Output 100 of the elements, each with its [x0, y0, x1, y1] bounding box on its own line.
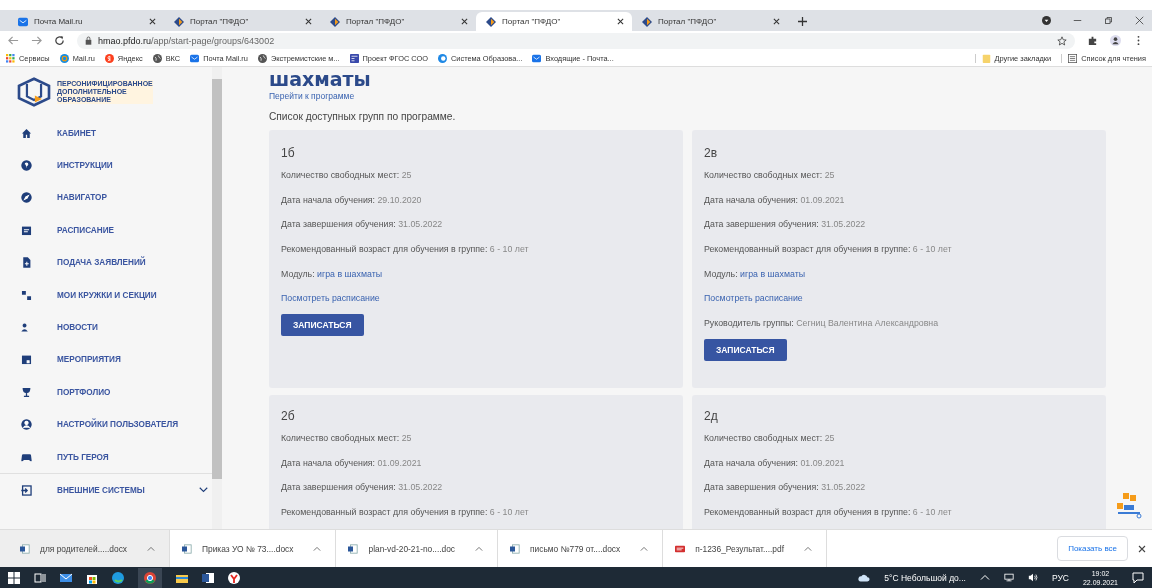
schedule-link[interactable]: Посмотреть расписание	[281, 293, 380, 304]
nav-icon	[20, 126, 33, 140]
close-icon[interactable]	[1135, 16, 1144, 25]
diamond-icon	[642, 16, 652, 27]
pdf-icon	[675, 543, 686, 554]
nav-item[interactable]: ИНСТРУКЦИИ	[0, 149, 212, 182]
group-info: Дата завершения обучения: 31.05.2022	[704, 219, 867, 232]
yandex-browser-icon[interactable]	[228, 571, 240, 584]
chevron-down-icon[interactable]	[198, 487, 208, 494]
logo-icon	[16, 77, 52, 107]
close-icon[interactable]	[305, 18, 312, 25]
robot-icon[interactable]	[1114, 491, 1144, 521]
nav-item[interactable]: КАБИНЕТ	[0, 117, 212, 150]
folder-icon	[981, 53, 991, 63]
group-info: Количество свободных мест: 25	[704, 433, 836, 445]
module-link[interactable]: игра в шахматы	[317, 268, 382, 279]
nav-icon	[20, 191, 33, 205]
group-info: Рекомендованный возраст для обучения в группе: 6 - 10 лет	[704, 244, 953, 257]
show-all-button[interactable]: Показать все	[1057, 536, 1128, 561]
url-text: hmao.pfdo.ru/app/start-page/groups/643002	[98, 35, 276, 46]
browser-tab[interactable]: Почта Mail.ru	[8, 12, 164, 31]
nav-item[interactable]: ПОДАЧА ЗАЯВЛЕНИЙ	[0, 246, 212, 279]
nav-icon	[20, 418, 33, 432]
nav-item[interactable]: МЕРОПРИЯТИЯ	[0, 343, 212, 377]
group-name: 2д	[704, 409, 719, 423]
document-icon	[348, 543, 359, 554]
document-icon	[20, 543, 30, 554]
lock-icon	[85, 36, 92, 45]
nav-item[interactable]: МОИ КРУЖКИ И СЕКЦИИ	[0, 278, 212, 312]
enroll-button[interactable]: ЗАПИСАТЬСЯ	[281, 314, 364, 337]
group-info: Рекомендованный возраст для обучения в группе: 6 - 10 лет	[281, 244, 530, 257]
program-link[interactable]: Перейти к программе	[269, 91, 1106, 101]
browser-tab[interactable]: Портал "ПФДО"	[320, 12, 476, 31]
document-icon	[510, 543, 521, 554]
chrome-icon[interactable]	[138, 567, 162, 588]
forward-icon[interactable]	[31, 35, 42, 46]
weather-text[interactable]: 5°C Небольшой до...	[884, 572, 966, 583]
nav-item[interactable]: НАВИГАТОР	[0, 181, 212, 215]
browser-tab[interactable]: Портал "ПФДО"	[164, 12, 320, 31]
nav-icon	[20, 385, 33, 399]
list-icon	[1068, 53, 1078, 63]
scrollbar[interactable]	[212, 67, 222, 529]
globe-icon	[257, 53, 267, 63]
grid-icon	[6, 53, 15, 63]
group-info: Количество свободных мест: 25	[704, 170, 836, 182]
group-info: Дата завершения обучения: 31.05.2022	[281, 219, 444, 232]
notification-icon[interactable]	[1132, 571, 1144, 584]
nav-item[interactable]: ВНЕШНИЕ СИСТЕМЫ	[0, 474, 212, 507]
diamond-icon	[174, 16, 184, 27]
form-icon	[349, 53, 359, 63]
download-item[interactable]: для родителей.....docx	[0, 530, 170, 567]
nav-item[interactable]: НОВОСТИ	[0, 311, 212, 344]
close-icon[interactable]	[617, 18, 624, 25]
star-icon[interactable]	[1057, 35, 1067, 46]
group-info: Рекомендованный возраст для обучения в группе: 6 - 10 лет	[281, 507, 530, 520]
mail-icon	[18, 16, 28, 27]
module-label: Модуль:	[704, 268, 738, 279]
circle-icon	[59, 53, 69, 63]
edge-icon[interactable]	[112, 571, 124, 584]
close-icon[interactable]	[1138, 544, 1146, 553]
new-tab-icon[interactable]	[798, 17, 807, 26]
nav-item[interactable]: ПУТЬ ГЕРОЯ	[0, 440, 212, 474]
task-view-icon[interactable]	[34, 571, 46, 584]
address-bar[interactable]: hmao.pfdo.ru/app/start-page/groups/643002	[77, 32, 1075, 49]
close-icon[interactable]	[461, 18, 468, 25]
group-info: Дата завершения обучения: 31.05.2022	[704, 482, 867, 495]
nav-icon	[20, 256, 33, 270]
module-link[interactable]: игра в шахматы	[740, 268, 805, 279]
mail-icon[interactable]	[60, 571, 72, 584]
word-icon[interactable]	[202, 571, 214, 584]
windows-icon[interactable]	[8, 571, 20, 584]
language-indicator[interactable]: РУС	[1051, 572, 1069, 583]
group-name: 2в	[704, 146, 719, 160]
enroll-button[interactable]: ЗАПИСАТЬСЯ	[704, 338, 787, 361]
close-icon[interactable]	[773, 18, 780, 25]
network-icon[interactable]	[1003, 573, 1014, 582]
page-title: шахматы	[269, 67, 371, 91]
back-icon[interactable]	[8, 35, 19, 46]
caret-icon[interactable]	[979, 573, 990, 582]
nav-item[interactable]: НАСТРОЙКИ ПОЛЬЗОВАТЕЛЯ	[0, 408, 212, 441]
nav-item[interactable]: ПОРТФОЛИО	[0, 376, 212, 409]
group-info: Дата начала обучения: 01.09.2021	[704, 457, 846, 470]
nav-item[interactable]: РАСПИСАНИЕ	[0, 214, 212, 247]
diamond-icon	[330, 16, 340, 27]
sign-in-icon	[20, 484, 33, 497]
avatar-icon[interactable]	[1110, 35, 1121, 46]
speaker-icon[interactable]	[1027, 573, 1038, 582]
profile-dropdown-icon[interactable]	[1042, 16, 1051, 25]
schedule-link[interactable]: Посмотреть расписание	[704, 293, 803, 304]
subtitle: Список доступных групп по программе.	[269, 111, 457, 122]
nav-icon	[20, 353, 33, 367]
browser-tab[interactable]: Портал "ПФДО"	[632, 12, 788, 31]
close-icon[interactable]	[149, 18, 156, 25]
restore-icon[interactable]	[1104, 16, 1113, 25]
reload-icon[interactable]	[54, 35, 65, 46]
group-info: Дата начала обучения: 01.09.2021	[281, 457, 423, 470]
puzzle-icon[interactable]	[1087, 35, 1098, 46]
browser-tab[interactable]: Портал "ПФДО"	[476, 12, 632, 31]
globe-icon	[152, 53, 162, 63]
group-info: Дата завершения обучения: 31.05.2022	[281, 482, 444, 495]
